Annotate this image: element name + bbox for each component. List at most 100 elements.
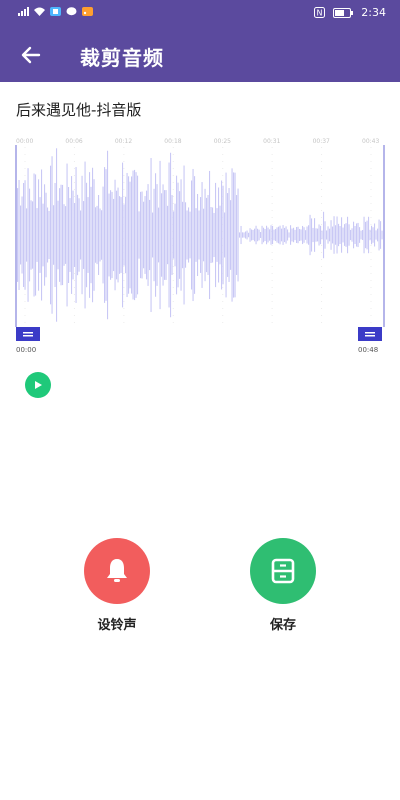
waveform-bar — [165, 190, 167, 280]
chat-notification-icon — [66, 7, 77, 16]
waveform-bar — [225, 172, 227, 298]
waveform-bar — [53, 205, 55, 265]
waveform-bar — [359, 227, 361, 243]
waveform-editor[interactable]: 00:00 00:06 00:12 00:18 00:25 00:31 00:37 00:43… — [14, 135, 386, 355]
waveform-bar — [41, 169, 43, 301]
waveform-bar — [17, 188, 19, 282]
set-ringtone-label: 设铃声 — [97, 618, 137, 633]
waveform-bar — [303, 227, 305, 243]
waveform-bar — [116, 190, 118, 280]
waveform-bar — [120, 197, 122, 273]
waveform-bar — [266, 225, 268, 245]
waveform-bar — [99, 208, 101, 262]
waveform-bar — [218, 187, 220, 283]
waveform-bar — [308, 225, 310, 245]
waveform-bar — [221, 180, 223, 290]
waveform-bar — [131, 176, 133, 294]
waveform-bar — [150, 158, 152, 312]
waveform-bar — [312, 227, 314, 243]
back-button[interactable] — [14, 39, 48, 71]
waveform-bar — [234, 172, 236, 298]
waveform-bar — [38, 179, 40, 291]
waveform-bar — [80, 210, 82, 260]
waveform-bar — [51, 156, 53, 314]
waveform-bar — [29, 188, 31, 282]
time-tick-label: 00:43 — [362, 138, 379, 145]
waveform-bar — [54, 183, 56, 287]
waveform-bar — [92, 167, 94, 303]
waveform-bar — [338, 223, 340, 247]
waveform-graph[interactable]: 00:00 00:06 00:12 00:18 00:25 00:31 00:37 00:43… — [14, 135, 386, 355]
status-time: 2:34 — [361, 6, 386, 19]
waveform-bar — [281, 228, 283, 242]
waveform-bar — [128, 176, 130, 294]
waveform-bar — [279, 225, 281, 245]
waveform-bar — [317, 228, 319, 242]
waveform-bar — [203, 208, 205, 262]
waveform-bar — [71, 176, 73, 294]
waveform-bar — [285, 226, 287, 244]
waveform-bar — [183, 165, 185, 305]
waveform-bar — [230, 200, 232, 270]
waveform-bar — [189, 211, 191, 259]
waveform-bar — [192, 168, 194, 302]
waveform-bar — [300, 229, 302, 241]
waveform-bar — [87, 197, 89, 273]
battery-icon — [333, 7, 354, 18]
waveform-bar — [162, 184, 164, 286]
waveform-bar — [288, 232, 290, 238]
app-bar: 裁剪音频 — [0, 28, 400, 82]
waveform-bar — [368, 216, 370, 254]
waveform-bar — [347, 216, 349, 254]
save-button[interactable] — [250, 538, 316, 604]
waveform-bar — [83, 201, 85, 269]
waveform-bar — [365, 221, 367, 249]
waveform-bar — [252, 229, 254, 241]
waveform-bar — [231, 168, 233, 302]
waveform-bar — [372, 227, 374, 243]
waveform-bar — [371, 225, 373, 245]
waveform-bar — [284, 227, 286, 243]
time-tick-label: 00:31 — [263, 138, 280, 145]
waveform-bar — [342, 227, 344, 243]
waveform-bar — [179, 191, 181, 279]
waveform-bar — [89, 172, 91, 298]
waveform-bar — [77, 194, 79, 276]
waveform-bar — [152, 212, 154, 258]
waveform-bar — [324, 221, 326, 249]
waveform-bar — [104, 167, 106, 303]
waveform-bar — [341, 217, 343, 253]
waveform-bar — [98, 195, 100, 275]
waveform-bar — [186, 210, 188, 260]
waveform-bar — [318, 224, 320, 246]
waveform-bar — [243, 232, 245, 238]
waveform-bar — [299, 228, 301, 242]
time-tick-label: 00:00 — [16, 138, 33, 145]
waveform-bar — [326, 230, 328, 240]
wifi-icon — [34, 7, 45, 16]
waveform-bar — [135, 172, 137, 298]
waveform-bar — [140, 191, 142, 279]
waveform-bar — [215, 182, 217, 288]
waveform-bar — [327, 226, 329, 244]
waveform-bar — [278, 226, 280, 244]
play-button[interactable] — [25, 372, 51, 398]
waveform-bar — [330, 220, 332, 250]
waveform-bar — [216, 208, 218, 262]
waveform-bar — [66, 163, 68, 307]
end-handle[interactable] — [358, 327, 382, 341]
waveform-bar — [144, 196, 146, 274]
waveform-bar — [122, 162, 124, 308]
waveform-bar — [339, 226, 341, 244]
waveform-bar — [50, 165, 52, 305]
set-ringtone-button[interactable] — [84, 538, 150, 604]
waveform-bar — [149, 199, 151, 271]
start-handle[interactable] — [16, 327, 40, 341]
waveform-bar — [366, 220, 368, 250]
waveform-bar — [377, 228, 379, 242]
waveform-bar — [380, 221, 382, 249]
waveform-bar — [177, 182, 179, 288]
waveform-bar — [228, 188, 230, 282]
waveform-bar — [323, 211, 325, 259]
waveform-bar — [219, 205, 221, 265]
